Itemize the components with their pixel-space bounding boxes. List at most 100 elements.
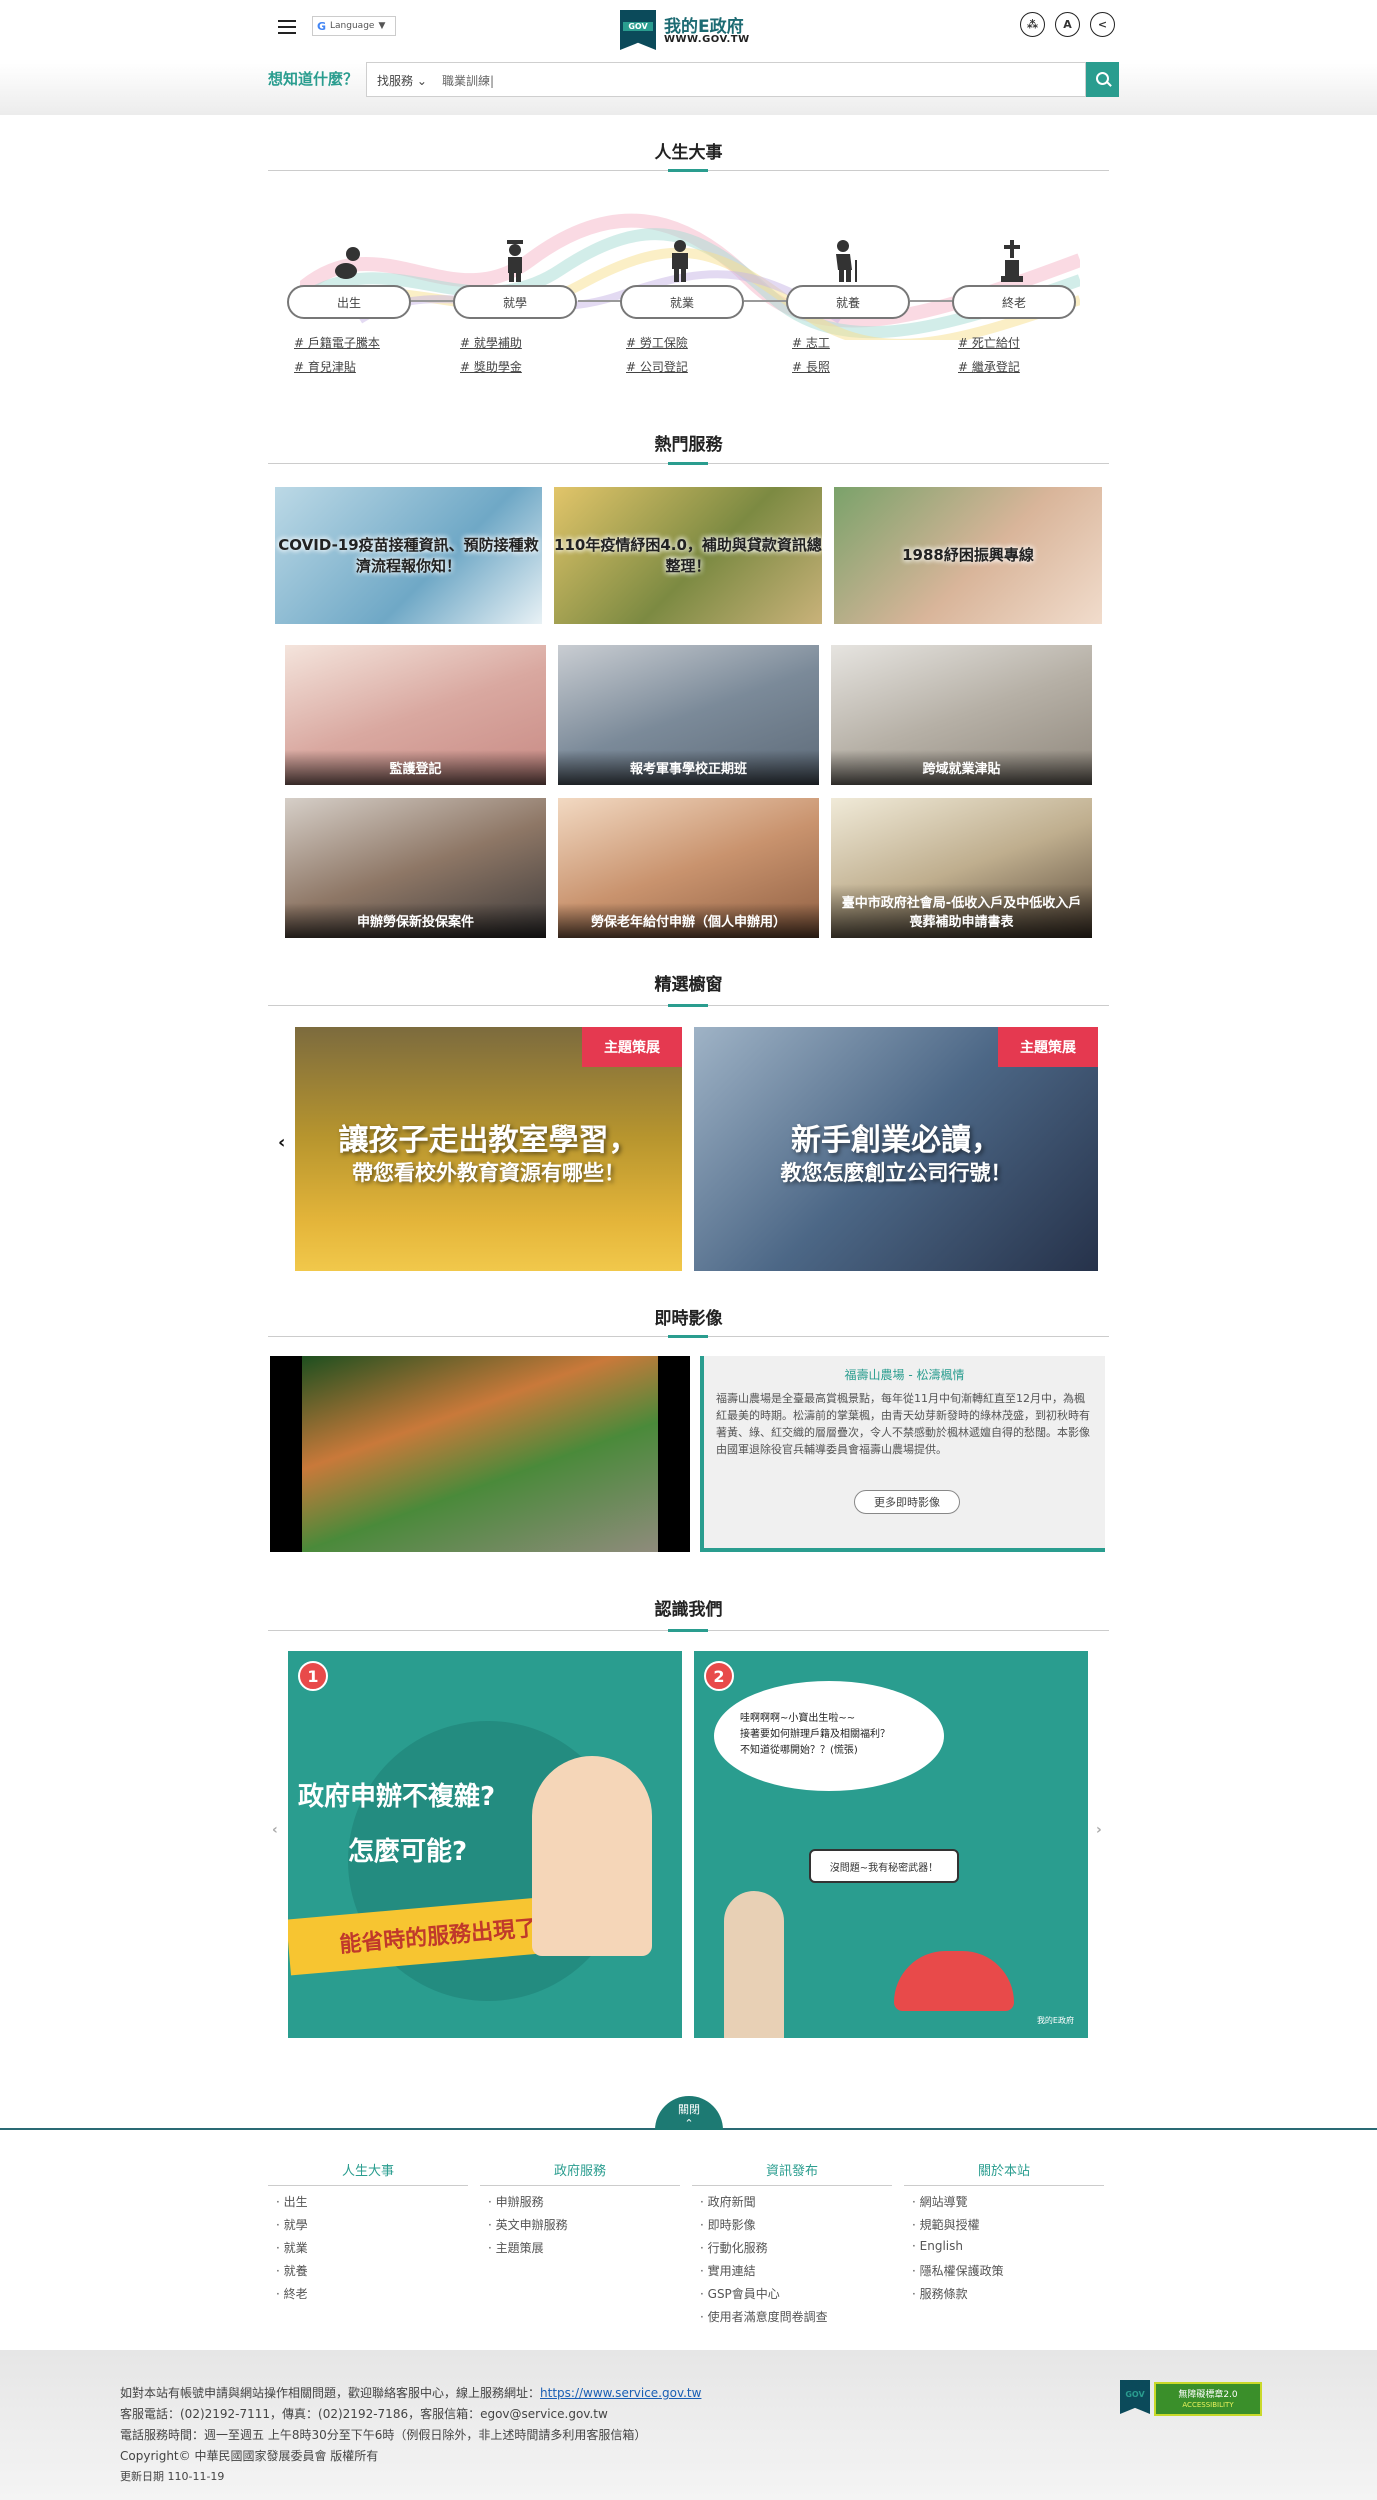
section-title-hot: 熱門服務: [654, 435, 723, 455]
featured-ribbon: 主題策展: [998, 1027, 1098, 1067]
life-tag[interactable]: # 公司登記: [626, 358, 688, 375]
life-tag[interactable]: # 死亡給付: [958, 334, 1020, 351]
life-tag[interactable]: # 繼承登記: [958, 358, 1020, 375]
footer-link[interactable]: · 英文申辦服務: [488, 2216, 568, 2233]
service-card[interactable]: 申辦勞保新投保案件: [285, 798, 546, 938]
footer-link[interactable]: · 就業: [276, 2239, 308, 2256]
life-tag[interactable]: # 勞工保險: [626, 334, 688, 351]
about-brand: 我的E政府: [1036, 2016, 1074, 2025]
footer-link[interactable]: · GSP會員中心: [700, 2285, 780, 2302]
section-divider: [268, 1629, 1109, 1632]
footer-link[interactable]: · 即時影像: [700, 2216, 756, 2233]
language-select[interactable]: G Language ▼: [312, 16, 396, 36]
life-stage-endoflife[interactable]: 終老: [952, 285, 1076, 319]
more-videos-button[interactable]: 更多即時影像: [854, 1490, 960, 1514]
service-url-link[interactable]: https://www.service.gov.tw: [540, 2386, 701, 2400]
featured-headline: 新手創業必讀，: [791, 1123, 1001, 1158]
sitemap-icon[interactable]: ⁂: [1020, 12, 1045, 37]
life-tag[interactable]: # 戶籍電子騰本: [294, 334, 380, 351]
menu-icon[interactable]: [278, 20, 296, 34]
search-prompt: 想知道什麼？: [268, 70, 359, 88]
life-tag[interactable]: # 就學補助: [460, 334, 522, 351]
contact-line: 電話服務時間：週一至週五 上午8時30分至下午6時（例假日除外，非上述時間請多利…: [120, 2428, 647, 2442]
footer-link[interactable]: · 規範與授權: [912, 2216, 980, 2233]
chevron-right-icon[interactable]: ›: [1096, 1822, 1102, 1838]
footer-col-title: 人生大事: [268, 2160, 468, 2186]
life-tag[interactable]: # 獎助學金: [460, 358, 522, 375]
video-heading: 福壽山農場 - 松濤楓情: [844, 1368, 965, 1382]
footer-link[interactable]: · 終老: [276, 2285, 308, 2302]
share-icon[interactable]: <: [1090, 12, 1115, 37]
life-stage-birth[interactable]: 出生: [287, 285, 411, 319]
contact-line: 客服電話：(02)2192-7111，傳真：(02)2192-7186，客服信箱…: [120, 2407, 608, 2421]
featured-ribbon: 主題策展: [582, 1027, 682, 1067]
footer-link[interactable]: · 服務條款: [912, 2285, 968, 2302]
featured-subline: 帶您看校外教育資源有哪些！: [352, 1161, 625, 1185]
about-card-1[interactable]: 1 政府申辦不複雜? 怎麼可能? 能省時的服務出現了!: [288, 1651, 682, 2038]
service-card-label: 跨域就業津貼: [831, 750, 1092, 785]
featured-card-startup[interactable]: 主題策展 新手創業必讀， 教您怎麼創立公司行號！: [694, 1027, 1098, 1271]
search-button[interactable]: [1086, 62, 1119, 97]
featured-subline: 教您怎麼創立公司行號！: [780, 1161, 1012, 1185]
about-card-2[interactable]: 2 哇啊啊啊~小寶出生啦~~ 接著要如何辦理戶籍及相關福利？ 不知道從哪開始？？…: [694, 1651, 1088, 2038]
footer-link[interactable]: · 申辦服務: [488, 2193, 544, 2210]
chevron-left-icon[interactable]: ‹: [272, 1822, 278, 1838]
search-box: 找服務 ⌄: [366, 62, 1086, 97]
footer-col-title: 資訊發布: [692, 2160, 892, 2186]
student-icon: [507, 240, 523, 282]
featured-card-education[interactable]: 主題策展 讓孩子走出教室學習， 帶您看校外教育資源有哪些！: [295, 1027, 682, 1271]
search-input[interactable]: [442, 69, 1042, 91]
life-stage-retire[interactable]: 就養: [786, 285, 910, 319]
confused-person-icon: [532, 1756, 652, 1956]
search-type-select[interactable]: 找服務 ⌄: [377, 72, 427, 89]
footer-link[interactable]: · 隱私權保護政策: [912, 2262, 1004, 2279]
life-stage-school[interactable]: 就學: [453, 285, 577, 319]
footer-link[interactable]: · 行動化服務: [700, 2239, 768, 2256]
life-tag[interactable]: # 育兒津貼: [294, 358, 356, 375]
language-label: Language: [330, 21, 375, 31]
stroller-icon: [894, 1951, 1014, 2011]
footer-link[interactable]: · 網站導覽: [912, 2193, 968, 2210]
live-video-info: 福壽山農場 - 松濤楓情 福壽山農場是全臺最高賞楓景點，每年從11月中旬漸轉紅直…: [700, 1356, 1105, 1552]
hot-slide-covid[interactable]: COVID-19疫苗接種資訊、預防接種救濟流程報你知！: [275, 487, 542, 624]
about-text: 怎麼可能?: [348, 1837, 468, 1867]
service-card[interactable]: 監護登記: [285, 645, 546, 785]
footer-link[interactable]: · English: [912, 2239, 963, 2253]
logo-url[interactable]: WWW.GOV.TW: [664, 34, 750, 45]
font-size-icon[interactable]: A: [1055, 12, 1080, 37]
life-tag[interactable]: # 長照: [792, 358, 830, 375]
service-card[interactable]: 勞保老年給付申辦（個人申辦用）: [558, 798, 819, 938]
footer-link[interactable]: · 就學: [276, 2216, 308, 2233]
service-card-label: 報考軍事學校正期班: [558, 750, 819, 785]
live-video-player[interactable]: [270, 1356, 690, 1552]
footer-link[interactable]: · 出生: [276, 2193, 308, 2210]
hot-slide-caption: 110年疫情紓困4.0，補助與貸款資訊總整理！: [554, 536, 822, 575]
elderly-icon: [836, 240, 857, 282]
footer-toggle-button[interactable]: 關閉 ⌃: [655, 2096, 723, 2130]
service-card[interactable]: 跨域就業津貼: [831, 645, 1092, 785]
chevron-left-icon[interactable]: ‹: [278, 1132, 285, 1153]
footer-link[interactable]: · 政府新聞: [700, 2193, 756, 2210]
timeline-connector: [910, 300, 956, 302]
service-card-label: 監護登記: [285, 750, 546, 785]
about-text: 政府申辦不複雜?: [298, 1782, 496, 1812]
footer-link[interactable]: · 使用者滿意度問卷調查: [700, 2308, 828, 2325]
service-card[interactable]: 報考軍事學校正期班: [558, 645, 819, 785]
hot-slide-relief[interactable]: 110年疫情紓困4.0，補助與貸款資訊總整理！: [554, 487, 822, 624]
life-tag[interactable]: # 志工: [792, 334, 830, 351]
section-title-featured: 精選櫥窗: [654, 975, 723, 995]
footer-link[interactable]: · 主題策展: [488, 2239, 544, 2256]
service-card[interactable]: 臺中市政府社會局-低收入戶及中低收入戶喪葬補助申請書表: [831, 798, 1092, 938]
accessibility-badge-icon[interactable]: 無障礙標章2.0 ACCESSIBILITY: [1154, 2382, 1262, 2416]
gov-logo-icon[interactable]: GOV: [1120, 2380, 1150, 2414]
hot-slide-hotline[interactable]: 1988紓困振興專線: [834, 487, 1102, 624]
life-stage-work[interactable]: 就業: [620, 285, 744, 319]
service-card-label: 申辦勞保新投保案件: [285, 903, 546, 938]
featured-headline: 讓孩子走出教室學習，: [338, 1123, 639, 1158]
logo-icon[interactable]: GOV: [620, 10, 656, 50]
section-title-life: 人生大事: [654, 143, 723, 163]
hot-slide-caption: COVID-19疫苗接種資訊、預防接種救濟流程報你知！: [278, 536, 539, 575]
footer-link[interactable]: · 就養: [276, 2262, 308, 2279]
copyright: Copyright© 中華民國國家發展委員會 版權所有: [120, 2449, 379, 2463]
footer-link[interactable]: · 實用連結: [700, 2262, 756, 2279]
